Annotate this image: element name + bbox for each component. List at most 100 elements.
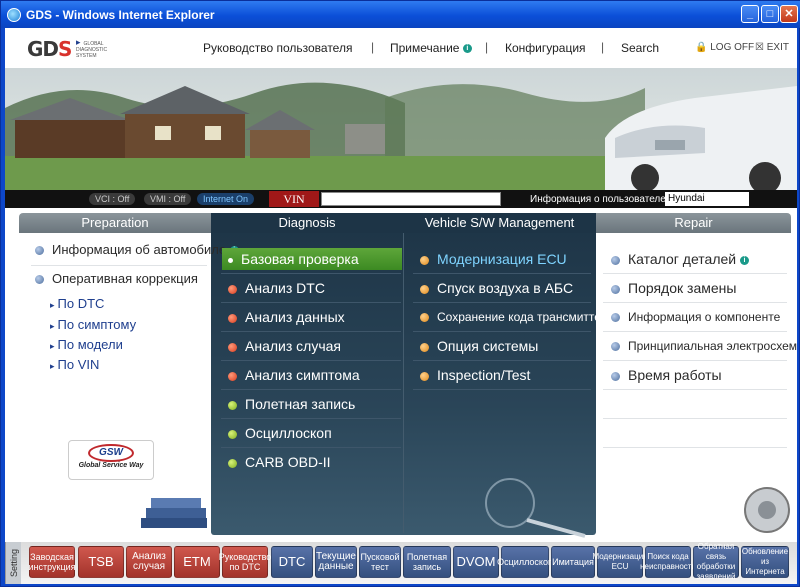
exit-button[interactable]: ☒ EXIT — [755, 42, 789, 53]
top-navigation: GDS GLOBAL DIAGNOSTIC SYSTEM Руководство… — [5, 28, 797, 68]
diag-carb-obd[interactable]: CARB OBD-II — [228, 454, 331, 470]
banner-illustration — [5, 68, 797, 190]
tb-internet-update[interactable]: Обновление из Интернета — [741, 546, 789, 578]
diag-basic-check[interactable]: Базовая проверка — [228, 251, 359, 267]
vci-status: VCI : Off — [89, 193, 136, 205]
vin-button[interactable]: VIN — [269, 191, 319, 207]
bullet-icon — [611, 313, 620, 323]
sw-abs-bleeding[interactable]: Спуск воздуха в АБС — [420, 280, 573, 296]
diag-dtc-analysis[interactable]: Анализ DTC — [228, 280, 325, 296]
sw-inspection-test[interactable]: Inspection/Test — [420, 367, 530, 383]
quick-toolbar: Setting Заводская инструкция TSB Анализ … — [5, 542, 797, 584]
close-icon: ☒ — [755, 42, 764, 53]
status-bar: VCI : Off VMI : Off Internet On VIN Инфо… — [5, 190, 797, 208]
main-menu: Preparation Diagnosis Vehicle S/W Manage… — [5, 208, 797, 548]
tb-tsb[interactable]: TSB — [78, 546, 124, 578]
sw-ecu-upgrade[interactable]: Модернизация ECU — [420, 251, 567, 267]
nav-search[interactable]: Search — [621, 41, 659, 55]
repair-replacement-order[interactable]: Порядок замены — [611, 280, 736, 296]
tb-current-data[interactable]: Текущие данные — [315, 546, 357, 578]
bullet-icon — [228, 284, 237, 294]
nav-separator: | — [371, 40, 375, 54]
diag-oscilloscope[interactable]: Осциллоскоп — [228, 425, 332, 441]
repair-parts-catalog[interactable]: Каталог деталей i — [611, 251, 749, 267]
column-vehicle-sw: Vehicle S/W Management — [403, 213, 596, 233]
bullet-icon — [420, 342, 429, 352]
tb-factory-manual[interactable]: Заводская инструкция — [29, 546, 76, 578]
browser-window: GDS - Windows Internet Explorer _ □ ✕ GD… — [0, 0, 800, 587]
repair-component-info[interactable]: Информация о компоненте — [611, 310, 780, 324]
column-preparation: Preparation — [81, 215, 149, 230]
tb-oscilloscope[interactable]: Осциллоскоп — [497, 546, 553, 578]
tb-ecu-upgrade[interactable]: Модернизация ECU — [593, 546, 648, 578]
close-button[interactable]: ✕ — [780, 5, 798, 23]
bullet-icon — [228, 400, 237, 410]
bullet-icon — [611, 284, 620, 294]
info-icon: i — [462, 44, 472, 54]
prep-quick-fix[interactable]: Оперативная коррекция — [35, 271, 198, 286]
internet-status: Internet On — [197, 193, 255, 205]
ie-icon — [7, 7, 21, 22]
lock-icon: 🔒 — [695, 42, 708, 53]
brake-disc-icon — [744, 487, 790, 533]
tb-flight-record[interactable]: Полетная запись — [403, 546, 451, 578]
vin-input[interactable] — [321, 192, 501, 206]
header-banner-image — [5, 68, 797, 190]
maximize-button[interactable]: □ — [761, 5, 779, 23]
tb-fault-code-search[interactable]: Поиск кода неисправности — [640, 546, 696, 578]
bullet-icon — [611, 255, 620, 265]
prep-by-model[interactable]: По модели — [50, 337, 123, 352]
prep-by-symptom[interactable]: По симптому — [50, 317, 137, 332]
sw-system-option[interactable]: Опция системы — [420, 338, 538, 354]
minimize-button[interactable]: _ — [741, 5, 759, 23]
diag-symptom-analysis[interactable]: Анализ симптома — [228, 367, 360, 383]
setting-tab[interactable]: Setting — [5, 542, 21, 584]
tb-dvom[interactable]: DVOM — [453, 546, 499, 578]
tb-case-analysis[interactable]: Анализ случая — [126, 546, 172, 578]
gsw-logo[interactable]: GSW Global Service Way — [68, 440, 154, 480]
nav-separator: | — [601, 40, 605, 54]
diag-case-analysis[interactable]: Анализ случая — [228, 338, 341, 354]
bullet-icon — [420, 284, 429, 294]
window-title: GDS - Windows Internet Explorer — [26, 7, 215, 22]
tb-start-test[interactable]: Пусковой тест — [359, 546, 401, 578]
prep-by-dtc[interactable]: По DTC — [50, 296, 105, 311]
prep-by-vin[interactable]: По VIN — [50, 357, 100, 372]
repair-labor-time[interactable]: Время работы — [611, 367, 722, 383]
logoff-button[interactable]: 🔒 LOG OFF — [695, 42, 754, 53]
sw-transmitter-code[interactable]: Сохранение кода трансмиттера — [420, 310, 614, 324]
nav-configuration[interactable]: Конфигурация — [505, 41, 586, 55]
diag-data-analysis[interactable]: Анализ данных — [228, 309, 345, 325]
bullet-icon — [228, 313, 237, 323]
bullet-icon — [35, 275, 44, 285]
bullet-icon — [420, 313, 429, 323]
bullet-icon — [228, 342, 237, 352]
nav-separator: | — [485, 40, 489, 54]
gds-logo: GDS GLOBAL DIAGNOSTIC SYSTEM — [27, 37, 107, 61]
prep-vehicle-info[interactable]: Информация об автомобиле i — [35, 242, 239, 257]
user-info-label: Информация о пользователе — [530, 194, 666, 205]
nav-notes[interactable]: Примечание i — [390, 41, 472, 55]
tb-etm[interactable]: ETM — [174, 546, 220, 578]
bullet-icon — [228, 371, 237, 381]
bullet-icon — [228, 257, 233, 263]
repair-wiring-diagram[interactable]: Принципиальная электросхема — [611, 339, 797, 353]
tb-dtc-guide[interactable]: Руководство по DTC — [219, 546, 271, 578]
magnifier-icon — [485, 478, 586, 538]
tb-dtc[interactable]: DTC — [271, 546, 313, 578]
logo-subtitle: GLOBAL DIAGNOSTIC SYSTEM — [76, 39, 122, 59]
tb-feedback[interactable]: Обратная связь обработки заявлений — [693, 542, 739, 581]
title-bar: GDS - Windows Internet Explorer _ □ ✕ — [1, 1, 800, 28]
bullet-icon — [420, 255, 429, 265]
vmi-status: VMI : Off — [144, 193, 192, 205]
bullet-icon — [420, 371, 429, 381]
info-icon: i — [739, 255, 749, 265]
bullet-icon — [228, 429, 237, 439]
bullet-icon — [611, 342, 620, 352]
diag-flight-record[interactable]: Полетная запись — [228, 396, 355, 412]
nav-user-guide[interactable]: Руководство пользователя — [203, 41, 352, 55]
column-repair: Repair — [674, 215, 713, 230]
column-diagnosis: Diagnosis — [211, 213, 403, 233]
tb-simulation[interactable]: Имитация — [551, 546, 595, 578]
user-info-field[interactable]: Hyundai — [665, 192, 749, 206]
